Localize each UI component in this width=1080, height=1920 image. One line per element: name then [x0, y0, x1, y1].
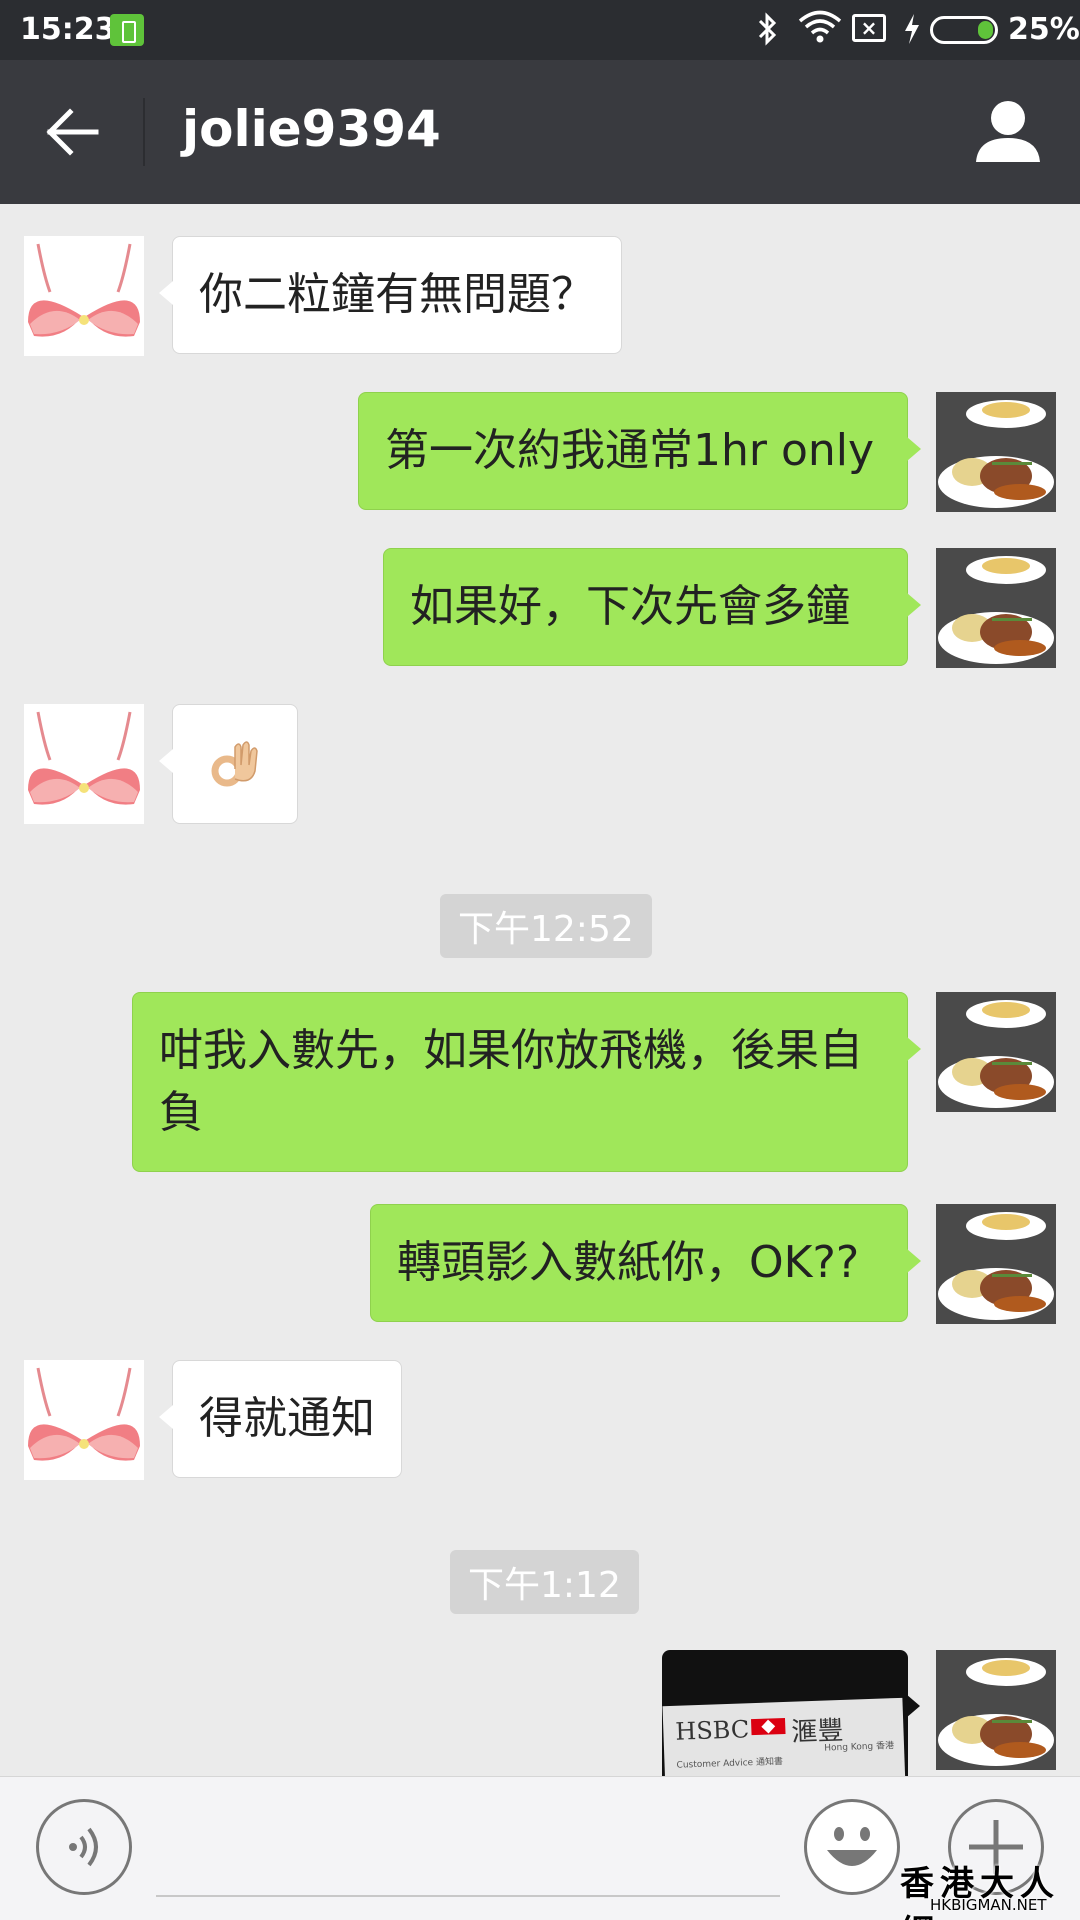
battery-percent: 25% — [1008, 12, 1080, 47]
status-time: 15:23 — [20, 12, 116, 47]
receipt-subtitle: Customer Advice 通知書 — [676, 1757, 784, 1771]
battery-level — [977, 21, 993, 39]
bluetooth-icon — [756, 12, 780, 53]
my-avatar[interactable] — [936, 392, 1056, 512]
chat-message-list[interactable]: 你二粒鐘有無問題？ 第一次約我通常1hr only 如果好，下次先會多鐘 下午1… — [0, 204, 1080, 1776]
bra-avatar-image — [24, 704, 144, 824]
chat-header: jolie9394 — [0, 60, 1080, 204]
contact-avatar[interactable] — [24, 704, 144, 824]
food-avatar-image — [936, 392, 1056, 512]
my-avatar[interactable] — [936, 1650, 1056, 1770]
food-avatar-image — [936, 548, 1056, 668]
message-input-field[interactable] — [156, 1895, 780, 1897]
header-divider — [143, 98, 145, 166]
message-timestamp: 下午12:52 — [440, 894, 652, 958]
bra-avatar-image — [24, 236, 144, 356]
message-bubble-outgoing[interactable]: 第一次約我通常1hr only — [358, 392, 921, 510]
status-bar: 15:23 × 25% — [0, 0, 1080, 60]
food-avatar-image — [936, 1204, 1056, 1324]
my-avatar[interactable] — [936, 992, 1056, 1112]
food-avatar-image — [936, 1650, 1056, 1770]
message-bubble-outgoing[interactable]: 轉頭影入數紙你，OK?? — [370, 1204, 921, 1322]
contact-avatar[interactable] — [24, 1360, 144, 1480]
message-bubble-outgoing[interactable]: 咁我入數先，如果你放飛機，後果自負 — [132, 992, 921, 1172]
ok-hand-emoji-icon — [211, 741, 258, 787]
food-avatar-image — [936, 992, 1056, 1112]
contact-avatar[interactable] — [24, 236, 144, 356]
my-avatar[interactable] — [936, 1204, 1056, 1324]
message-timestamp: 下午1:12 — [450, 1550, 639, 1614]
watermark-url: HKBIGMAN.NET — [930, 1896, 1047, 1914]
back-button[interactable] — [40, 100, 104, 164]
site-watermark: 香港大人網 HKBIGMAN.NET — [900, 1856, 1076, 1920]
charging-icon — [902, 12, 922, 53]
contact-name: jolie9394 — [182, 100, 441, 158]
receipt-city: Hong Kong 香港 — [824, 1741, 895, 1754]
message-bubble-incoming[interactable] — [159, 704, 298, 824]
image-bubble-tail — [906, 1694, 920, 1718]
image-message[interactable]: HSBC 滙豐 Hong Kong 香港 Customer Advice 通知書 — [662, 1650, 908, 1776]
bra-avatar-image — [24, 1360, 144, 1480]
message-bubble-incoming[interactable]: 你二粒鐘有無問題？ — [159, 236, 622, 354]
my-avatar[interactable] — [936, 548, 1056, 668]
wifi-icon — [798, 10, 842, 51]
arrow-left-icon — [46, 108, 99, 156]
battery-icon — [930, 16, 998, 44]
voice-icon — [69, 1827, 98, 1867]
no-sim-icon: × — [852, 14, 886, 42]
person-icon — [976, 101, 1040, 162]
receipt-brand-text: HSBC — [674, 1715, 750, 1746]
contact-profile-button[interactable] — [972, 96, 1044, 168]
smiley-icon — [812, 1807, 892, 1887]
message-bubble-incoming[interactable]: 得就通知 — [159, 1360, 402, 1478]
bank-receipt-photo: HSBC 滙豐 Hong Kong 香港 Customer Advice 通知書 — [662, 1697, 906, 1776]
hsbc-logo-icon — [751, 1717, 786, 1736]
emoji-button[interactable] — [804, 1799, 900, 1895]
voice-input-button[interactable] — [36, 1799, 132, 1895]
battery-saver-icon — [110, 14, 144, 46]
message-bubble-outgoing[interactable]: 如果好，下次先會多鐘 — [383, 548, 921, 666]
